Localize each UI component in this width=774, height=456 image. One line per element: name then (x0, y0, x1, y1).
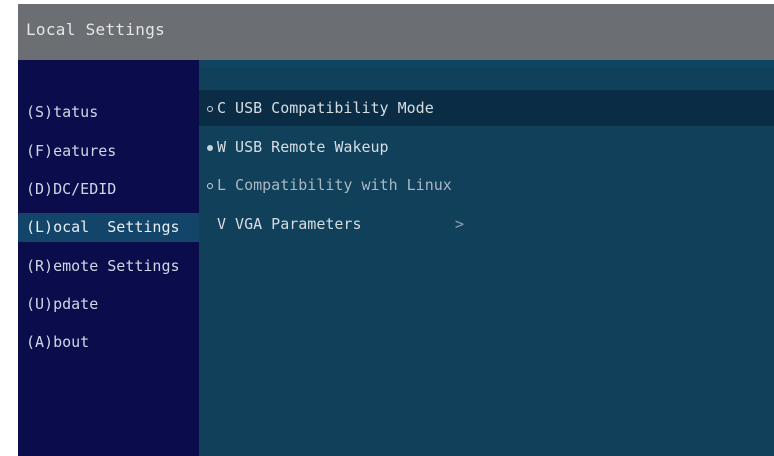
sidebar-item-local-settings[interactable]: (L)ocal Settings (18, 213, 201, 242)
sidebar-item-features[interactable]: (F)eatures (18, 137, 199, 166)
option-compatibility-with-linux[interactable]: L Compatibility with Linux (199, 167, 774, 203)
sidebar-item-update[interactable]: (U)pdate (18, 290, 199, 319)
chevron-right-icon: > (455, 215, 465, 233)
sidebar-item-about[interactable]: (A)bout (18, 328, 199, 357)
radio-unchecked-icon (203, 90, 217, 126)
option-label: C USB Compatibility Mode (217, 99, 434, 117)
radio-checked-icon (203, 129, 217, 165)
sidebar-item-ddc-edid[interactable]: (D)DC/EDID (18, 175, 199, 204)
option-vga-parameters[interactable]: V VGA Parameters > (199, 206, 774, 242)
option-label: V VGA Parameters (217, 215, 362, 233)
sidebar-item-status[interactable]: (S)tatus (18, 98, 199, 127)
content-top-strip (199, 60, 774, 68)
settings-screen: Local Settings (S)tatus (F)eatures (D)DC… (18, 4, 774, 456)
window-title: Local Settings (26, 20, 166, 39)
option-usb-remote-wakeup[interactable]: W USB Remote Wakeup (199, 129, 774, 165)
option-label: L Compatibility with Linux (217, 176, 452, 194)
radio-unchecked-icon (203, 167, 217, 203)
sidebar-menu: (S)tatus (F)eatures (D)DC/EDID (L)ocal S… (18, 60, 201, 456)
title-bar: Local Settings (18, 4, 774, 60)
sidebar-item-remote-settings[interactable]: (R)emote Settings (18, 252, 199, 281)
option-usb-compatibility-mode[interactable]: C USB Compatibility Mode (199, 90, 774, 126)
option-label: W USB Remote Wakeup (217, 138, 389, 156)
